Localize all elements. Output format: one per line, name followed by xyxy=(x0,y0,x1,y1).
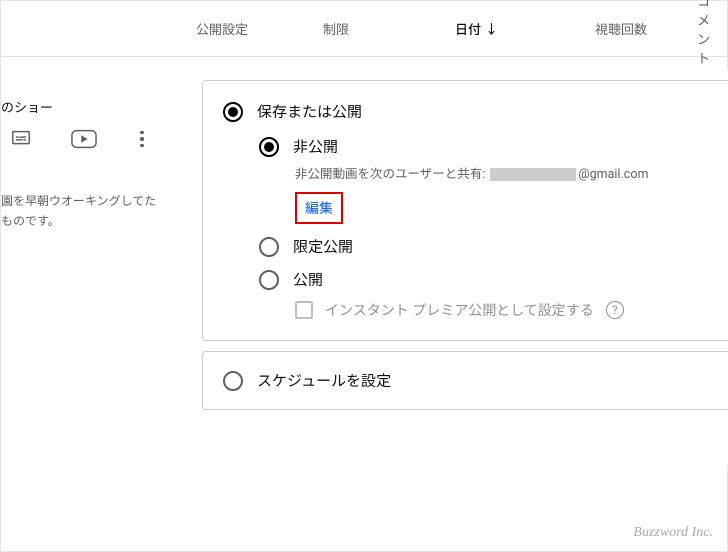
option-unlisted[interactable]: 限定公開 xyxy=(259,236,728,257)
option-private[interactable]: 非公開 xyxy=(259,136,728,157)
masked-email-prefix xyxy=(490,168,576,181)
tab-comments[interactable]: コメント xyxy=(689,0,727,67)
option-schedule[interactable]: スケジュールを設定 xyxy=(223,370,728,391)
share-label: 非公開動画を次のユーザーと共有: xyxy=(295,167,485,182)
video-row-fragment: のショー xyxy=(1,97,151,150)
radio-private[interactable] xyxy=(259,137,279,157)
edit-share-link[interactable]: 編集 xyxy=(295,192,343,224)
dialog-footer: キャンセル 保存 xyxy=(186,420,728,464)
instant-premiere-row: インスタント プレミア公開として設定する ? xyxy=(295,300,728,320)
schedule-card[interactable]: スケジュールを設定 xyxy=(202,351,728,410)
option-public[interactable]: 公開 xyxy=(259,269,728,290)
instant-premiere-checkbox[interactable] xyxy=(295,301,313,319)
tab-date[interactable]: 日付 ↓ xyxy=(447,19,506,38)
option-label: 公開 xyxy=(293,269,323,290)
column-header-row: 公開設定 制限 日付 ↓ 視聴回数 コメント xyxy=(1,1,727,57)
save-or-publish-card: 保存または公開 非公開 非公開動画を次のユーザーと共有: @gmail.com … xyxy=(202,80,728,341)
radio-public[interactable] xyxy=(259,270,279,290)
video-description-fragment: 園を早朝ウオーキングしてたものです。 xyxy=(1,191,171,232)
tab-restrictions[interactable]: 制限 xyxy=(315,19,357,38)
more-options-icon[interactable] xyxy=(133,128,151,150)
radio-schedule[interactable] xyxy=(223,371,243,391)
option-label: スケジュールを設定 xyxy=(257,370,391,391)
video-title-fragment: のショー xyxy=(1,97,151,116)
visibility-dialog: 保存または公開 非公開 非公開動画を次のユーザーと共有: @gmail.com … xyxy=(185,69,728,465)
share-suffix: @gmail.com xyxy=(578,167,648,182)
option-save-or-publish[interactable]: 保存または公開 xyxy=(223,101,728,122)
option-label: 保存または公開 xyxy=(257,101,362,122)
radio-unlisted[interactable] xyxy=(259,237,279,257)
tab-visibility[interactable]: 公開設定 xyxy=(188,19,256,38)
option-label: 限定公開 xyxy=(293,236,353,257)
watermark: Buzzword Inc. xyxy=(633,525,713,541)
radio-save-or-publish[interactable] xyxy=(223,102,243,122)
tab-views[interactable]: 視聴回数 xyxy=(587,19,655,38)
sort-arrow-down-icon: ↓ xyxy=(485,19,498,38)
instant-premiere-label: インスタント プレミア公開として設定する xyxy=(325,300,594,320)
help-icon[interactable]: ? xyxy=(606,301,624,319)
subtitles-icon[interactable] xyxy=(9,128,43,150)
private-share-line: 非公開動画を次のユーザーと共有: @gmail.com xyxy=(295,163,728,182)
tab-date-label: 日付 xyxy=(455,19,481,38)
youtube-play-icon[interactable] xyxy=(71,128,105,150)
option-label: 非公開 xyxy=(293,136,338,157)
